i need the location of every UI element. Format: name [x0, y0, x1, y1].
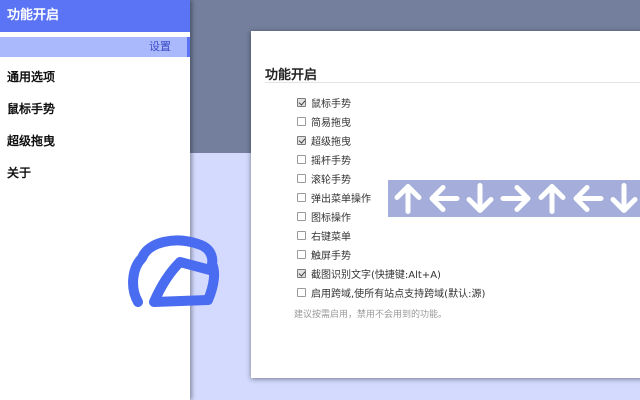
option-label: 简易拖曳 — [311, 118, 351, 129]
option-super-drag[interactable]: 超级拖曳 — [297, 131, 485, 150]
option-label: 滚轮手势 — [311, 175, 351, 186]
option-label: 超级拖曳 — [311, 137, 351, 148]
option-label: 右键菜单 — [311, 232, 351, 243]
gesture-arrow-overlay — [388, 180, 640, 217]
checkbox[interactable] — [297, 193, 306, 202]
checkbox[interactable] — [297, 155, 306, 164]
settings-tab[interactable]: 设置 — [0, 37, 190, 57]
option-label: 触屏手势 — [311, 251, 351, 262]
arrow-left-icon — [573, 185, 604, 212]
option-label: 鼠标手势 — [311, 99, 351, 110]
checkbox[interactable] — [297, 231, 306, 240]
option-mouse-gesture[interactable]: 鼠标手势 — [297, 93, 485, 112]
sidebar-item-general[interactable]: 通用选项 — [0, 61, 190, 93]
sidebar-item-about[interactable]: 关于 — [0, 157, 190, 189]
option-cross-origin[interactable]: 启用跨域,使所有站点支持跨域(默认:源) — [297, 283, 485, 302]
sidebar-item-super-drag[interactable]: 超级拖曳 — [0, 125, 190, 157]
arrow-down-icon — [466, 183, 494, 213]
arrow-up-icon — [538, 184, 566, 214]
gesture-stroke-path — [128, 235, 220, 307]
option-ocr-screenshot[interactable]: 截图识别文字(快捷键:Alt+A) — [297, 264, 485, 283]
option-label: 摇杆手势 — [311, 156, 351, 167]
option-context-menu[interactable]: 右键菜单 — [297, 226, 485, 245]
sidebar-title: 功能开启 — [0, 0, 190, 32]
option-simple-drag[interactable]: 简易拖曳 — [297, 112, 485, 131]
checkbox[interactable] — [297, 136, 306, 145]
checkbox[interactable] — [297, 288, 306, 297]
card-title: 功能开启 — [265, 68, 318, 83]
option-rocker-gesture[interactable]: 摇杆手势 — [297, 150, 485, 169]
checkbox[interactable] — [297, 117, 306, 126]
checkbox[interactable] — [297, 98, 306, 107]
arrow-down-icon — [610, 183, 638, 213]
title-divider — [265, 82, 640, 83]
gesture-arrows — [394, 183, 638, 214]
option-label: 弹出菜单操作 — [311, 194, 371, 205]
arrow-right-icon — [500, 185, 531, 212]
gesture-stroke-trail — [128, 235, 220, 307]
option-label: 截图识别文字(快捷键:Alt+A) — [311, 270, 441, 281]
option-label: 启用跨域,使所有站点支持跨域(默认:源) — [311, 289, 486, 300]
sidebar-item-mouse-gesture[interactable]: 鼠标手势 — [0, 93, 190, 125]
sidebar: 功能开启 设置 通用选项 鼠标手势 超级拖曳 关于 — [0, 0, 190, 400]
option-touch-gesture[interactable]: 触屏手势 — [297, 245, 485, 264]
option-label: 图标操作 — [311, 213, 351, 224]
arrow-left-icon — [429, 185, 460, 212]
checkbox[interactable] — [297, 269, 306, 278]
checkbox[interactable] — [297, 212, 306, 221]
hint-text: 建议按需启用，禁用不会用到的功能。 — [294, 310, 448, 320]
checkbox[interactable] — [297, 174, 306, 183]
arrow-up-icon — [394, 184, 422, 214]
checkbox[interactable] — [297, 250, 306, 259]
